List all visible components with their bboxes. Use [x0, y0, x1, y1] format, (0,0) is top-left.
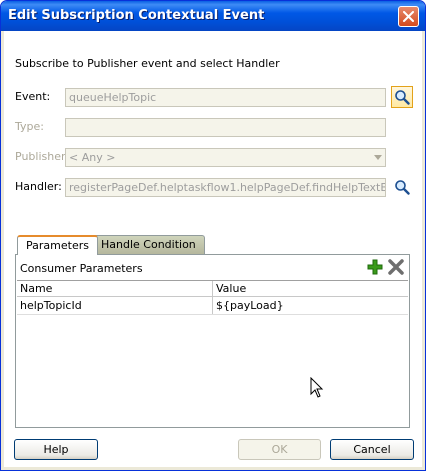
mouse-pointer-icon: [310, 377, 324, 398]
window-title: Edit Subscription Contextual Event: [8, 8, 265, 23]
handler-search-button[interactable]: [391, 176, 413, 198]
search-icon: [395, 180, 410, 195]
publisher-label: Publisher:: [15, 150, 70, 163]
close-icon: [403, 11, 414, 22]
row-name-cell[interactable]: helpTopicId: [20, 299, 82, 312]
publisher-select: < Any >: [65, 148, 386, 167]
parameters-table: Name Value helpTopicId ${payLoad}: [17, 280, 408, 316]
help-button[interactable]: Help: [14, 439, 98, 460]
type-field: [65, 118, 386, 137]
event-search-button[interactable]: [391, 86, 413, 108]
title-bar[interactable]: Edit Subscription Contextual Event: [1, 1, 425, 31]
dialog-content: Subscribe to Publisher event and select …: [4, 31, 422, 467]
publisher-value: < Any >: [69, 151, 116, 164]
type-label: Type:: [15, 120, 44, 133]
description-text: Subscribe to Publisher event and select …: [15, 57, 280, 70]
search-icon: [395, 90, 410, 105]
column-divider[interactable]: [212, 281, 213, 296]
column-header-name[interactable]: Name: [20, 282, 52, 295]
delete-icon: [388, 259, 404, 275]
row-value-cell[interactable]: ${payLoad}: [216, 299, 284, 312]
table-header: Name Value: [17, 280, 408, 297]
table-row[interactable]: helpTopicId ${payLoad}: [17, 297, 408, 315]
column-header-value[interactable]: Value: [216, 282, 246, 295]
add-icon: [367, 259, 383, 275]
delete-parameter-button[interactable]: [386, 257, 406, 277]
add-parameter-button[interactable]: [365, 257, 385, 277]
ok-button[interactable]: OK: [238, 439, 321, 460]
column-divider: [212, 297, 213, 314]
event-label: Event:: [15, 90, 51, 103]
cancel-button[interactable]: Cancel: [330, 439, 414, 460]
event-field: queueHelpTopic: [65, 88, 386, 107]
parameters-panel: Consumer Parameters Name Value helpTopic…: [15, 254, 410, 428]
consumer-parameters-title: Consumer Parameters: [20, 262, 143, 275]
tab-handle-condition[interactable]: Handle Condition: [92, 235, 205, 254]
tab-parameters[interactable]: Parameters: [17, 235, 98, 255]
chevron-down-icon: [374, 155, 382, 160]
close-button[interactable]: [398, 6, 419, 27]
handler-label: Handler:: [15, 180, 62, 193]
handler-field: registerPageDef.helptaskflow1.helpPageDe…: [65, 178, 386, 197]
dialog-window: Edit Subscription Contextual Event Subsc…: [0, 0, 426, 471]
